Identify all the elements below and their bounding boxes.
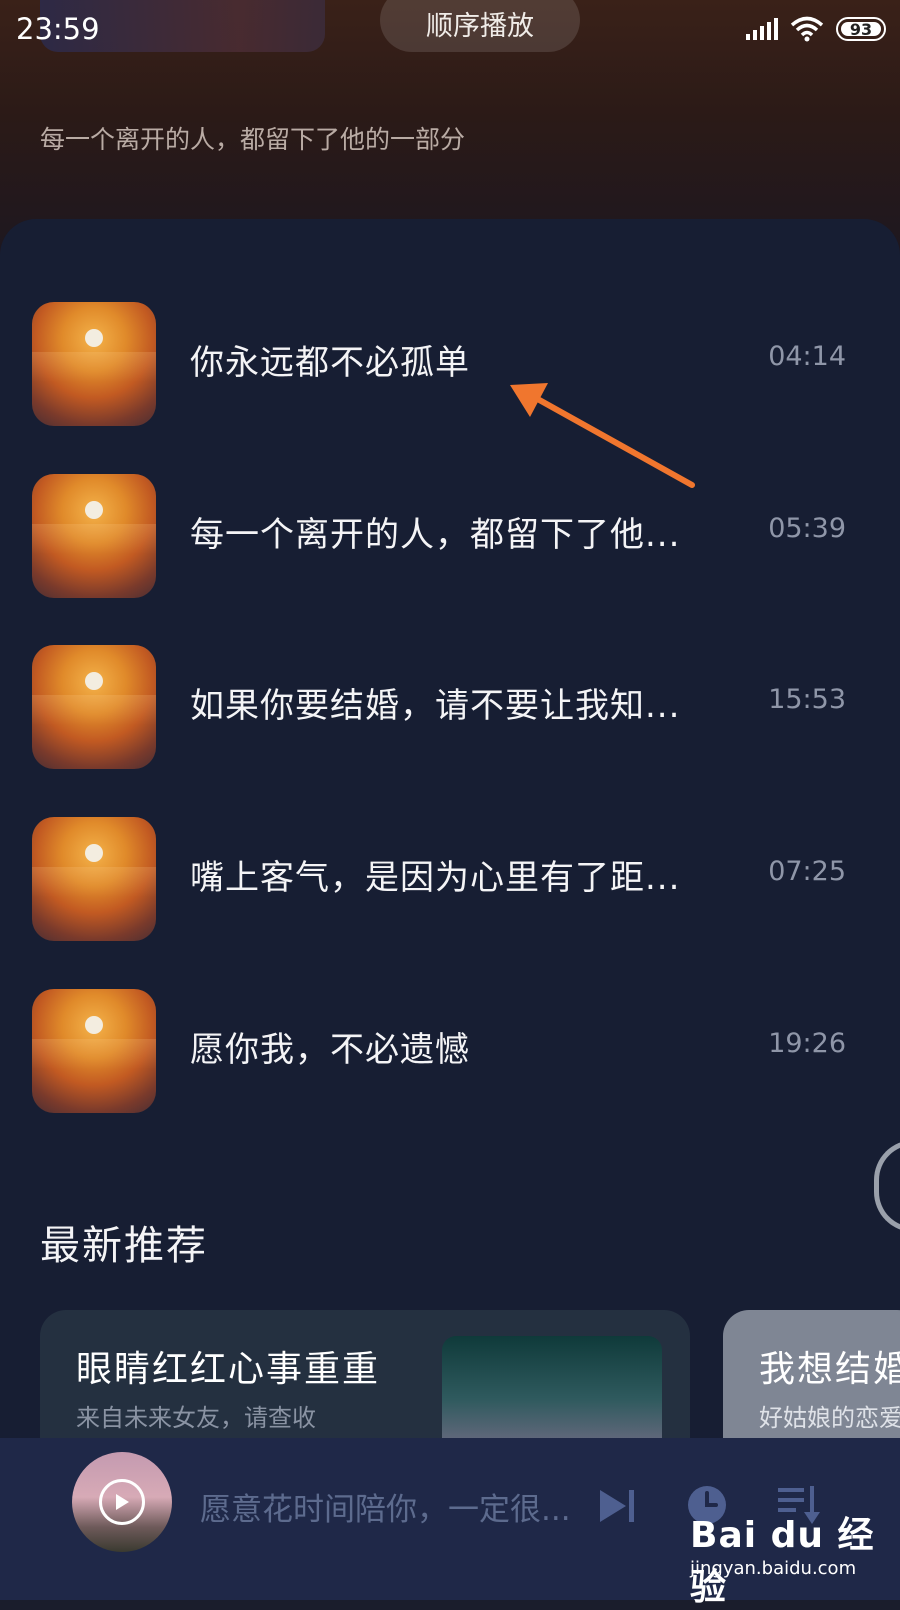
play-mode-button[interactable]: 顺序播放: [380, 0, 580, 52]
signal-icon: [746, 18, 778, 40]
play-mode-label: 顺序播放: [426, 10, 534, 42]
sun-graphic: [85, 501, 103, 519]
play-icon[interactable]: [99, 1479, 145, 1525]
section-title: 最新推荐: [40, 1223, 208, 1269]
track-item[interactable]: 愿你我，不必遗憾 19:26: [0, 984, 900, 1114]
track-thumbnail: [32, 645, 156, 769]
track-thumbnail: [32, 817, 156, 941]
sun-graphic: [85, 844, 103, 862]
sun-graphic: [85, 329, 103, 347]
next-icon[interactable]: [598, 1488, 638, 1524]
track-duration: 04:14: [768, 341, 846, 372]
status-icons: 93: [746, 16, 886, 42]
track-duration: 07:25: [768, 856, 846, 887]
track-thumbnail: [32, 302, 156, 426]
status-time: 23:59: [16, 12, 100, 46]
recommend-card-title: 我想结婚: [759, 1349, 900, 1390]
track-thumbnail: [32, 474, 156, 598]
track-title: 每一个离开的人，都留下了他...: [190, 515, 681, 555]
track-item[interactable]: 每一个离开的人，都留下了他... 05:39: [0, 469, 900, 599]
track-title: 愿你我，不必遗憾: [190, 1030, 470, 1070]
track-title: 嘴上客气，是因为心里有了距...: [190, 858, 681, 898]
track-duration: 05:39: [768, 513, 846, 544]
track-duration: 19:26: [768, 1028, 846, 1059]
battery-level: 93: [849, 19, 873, 39]
track-item[interactable]: 如果你要结婚，请不要让我知... 15:53: [0, 640, 900, 770]
track-title: 如果你要结婚，请不要让我知...: [190, 686, 681, 726]
wifi-icon: [790, 16, 824, 42]
track-item[interactable]: 嘴上客气，是因为心里有了距... 07:25: [0, 812, 900, 942]
recommend-card-title: 眼睛红红心事重重: [76, 1349, 381, 1390]
now-playing-cover[interactable]: [72, 1452, 172, 1552]
sun-graphic: [85, 1016, 103, 1034]
sun-graphic: [85, 672, 103, 690]
watermark-url: jingyan.baidu.com: [690, 1558, 857, 1579]
track-item[interactable]: 你永远都不必孤单 04:14: [0, 297, 900, 427]
recommend-card-subtitle: 好姑娘的恋爱: [759, 1404, 900, 1432]
album-subtitle: 每一个离开的人，都留下了他的一部分: [40, 125, 466, 154]
recommend-card-subtitle: 来自未来女友，请查收: [76, 1404, 316, 1432]
now-playing-title[interactable]: 愿意花时间陪你，一定很...: [200, 1484, 600, 1529]
baidu-watermark: Bai du 经验 jingyan.baidu.com: [690, 1506, 890, 1608]
track-duration: 15:53: [768, 684, 846, 715]
track-thumbnail: [32, 989, 156, 1113]
battery-icon: 93: [836, 17, 886, 41]
annotation-arrow-icon: [510, 383, 695, 488]
